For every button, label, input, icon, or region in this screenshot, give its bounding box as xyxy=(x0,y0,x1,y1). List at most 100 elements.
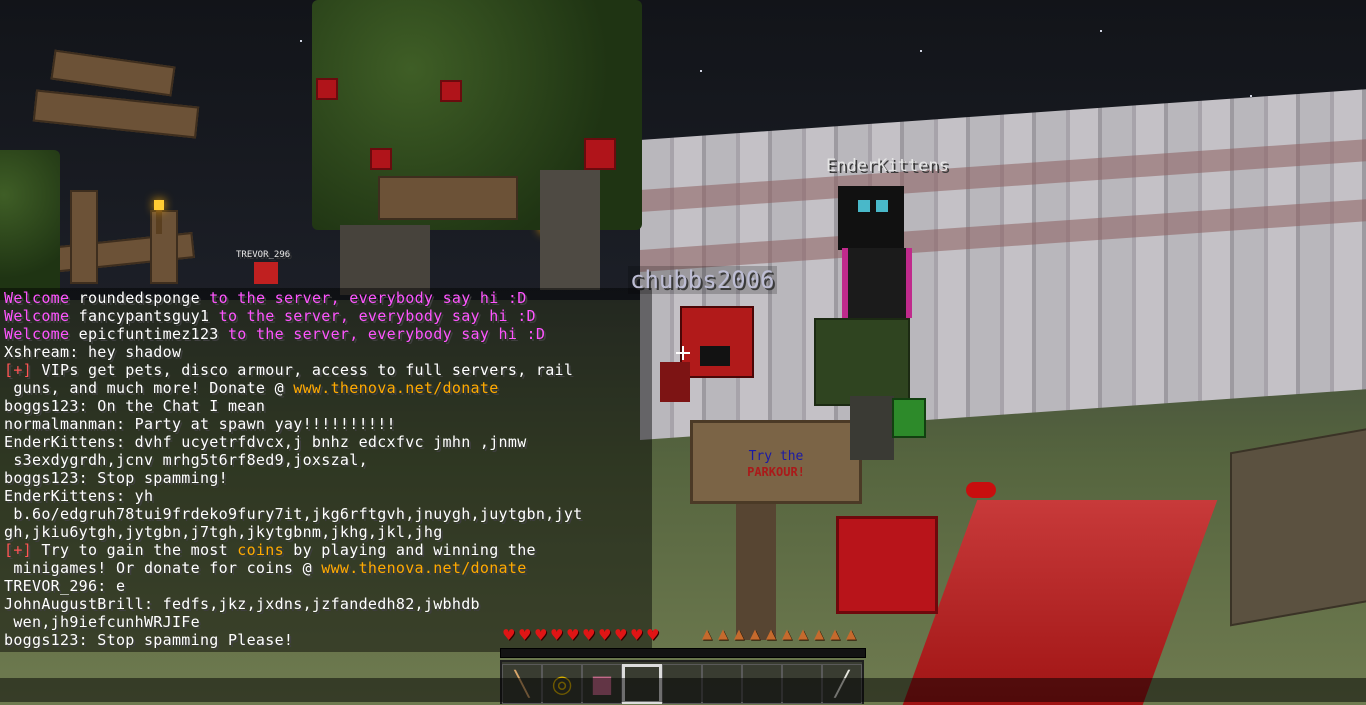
chat-segment: Welcome xyxy=(4,325,79,343)
chat-input[interactable] xyxy=(0,678,1366,702)
player-mask xyxy=(700,346,730,366)
chat-line: boggs123: On the Chat I mean xyxy=(4,397,265,415)
chat-segment: by playing and winning the xyxy=(283,541,536,559)
chat-segment: b.6o/edgruh78tui9frdeko9fury7it,jkg6rftg… xyxy=(4,505,583,523)
chat-segment: VIPs get pets, disco armour, access to f… xyxy=(32,361,574,379)
player-head xyxy=(838,186,904,250)
tree-trunk xyxy=(540,170,600,290)
chat-segment: Xshream: hey shadow xyxy=(4,343,182,361)
chat-line: [+] Try to gain the most coins by playin… xyxy=(4,541,536,559)
chat-line: gh,jkiu6ytgh,jytgbn,j7tgh,jkytgbnm,jkhg,… xyxy=(4,523,443,541)
chat-segment: EnderKittens: yh xyxy=(4,487,154,505)
player-head xyxy=(680,306,754,378)
chat-segment[interactable]: www.thenova.net/donate xyxy=(293,379,498,397)
heart-icon: ♥ xyxy=(550,626,564,644)
chat-line: Xshream: hey shadow xyxy=(4,343,181,361)
chat-segment: to the server, everybody say hi :D xyxy=(218,325,546,343)
chat-segment[interactable]: coins xyxy=(237,541,284,559)
red-flower xyxy=(966,482,996,498)
drumstick-icon: ▲ xyxy=(718,627,728,642)
chat-line: [+] VIPs get pets, disco armour, access … xyxy=(4,361,573,379)
drumstick-icon: ▲ xyxy=(750,627,760,642)
drumstick-icon: ▲ xyxy=(766,627,776,642)
star xyxy=(920,50,922,52)
chat-segment: fancypantsguy1 xyxy=(78,307,210,325)
heart-icon: ♥ xyxy=(646,626,660,644)
drumstick-icon: ▲ xyxy=(782,627,792,642)
chat-segment: [+] xyxy=(4,541,32,559)
player-arm xyxy=(660,362,690,402)
heart-icon: ♥ xyxy=(518,626,532,644)
wooden-bench xyxy=(378,176,518,220)
stone-block xyxy=(850,396,894,460)
torch-icon xyxy=(154,200,164,234)
chat-segment: epicfuntimez123 xyxy=(78,325,219,343)
creeper-head xyxy=(892,398,926,438)
player-body xyxy=(842,248,912,318)
heart-icon: ♥ xyxy=(630,626,644,644)
star xyxy=(300,40,302,42)
drumstick-icon: ▲ xyxy=(798,627,808,642)
nametag-trevor296: TREVOR_296 xyxy=(236,250,291,260)
apple-icon xyxy=(440,80,462,102)
chat-segment: gh,jkiu6ytgh,jytgbn,j7tgh,jkytgbnm,jkhg,… xyxy=(4,523,443,541)
chat-segment: EnderKittens: dvhf ucyetrfdvcx,j bnhz ed… xyxy=(4,433,527,451)
parkour-sign[interactable]: Try the PARKOUR! xyxy=(690,420,862,504)
leaf-block xyxy=(814,318,910,406)
wooden-block xyxy=(1230,427,1366,627)
chat-segment[interactable]: www.thenova.net/donate xyxy=(321,559,526,577)
chat-segment: guns, and much more! Donate @ xyxy=(4,379,294,397)
tree-trunk xyxy=(340,225,430,295)
chat-segment: JohnAugustBrill: fedfs,jkz,jxdns,jzfande… xyxy=(4,595,480,613)
drumstick-icon: ▲ xyxy=(734,627,744,642)
star xyxy=(1100,30,1102,32)
chat-line: JohnAugustBrill: fedfs,jkz,jxdns,jzfande… xyxy=(4,595,480,613)
chat-segment: boggs123: Stop spamming Please! xyxy=(4,631,294,649)
chat-line: Welcome epicfuntimez123 to the server, e… xyxy=(4,325,545,343)
sign-post xyxy=(736,500,776,640)
chat-line: b.6o/edgruh78tui9frdeko9fury7it,jkg6rftg… xyxy=(4,505,583,523)
chat-line: normalmanman: Party at spawn yay!!!!!!!!… xyxy=(4,415,396,433)
heart-icon: ♥ xyxy=(614,626,628,644)
stone-wall xyxy=(640,89,1366,441)
chat-segment: roundedsponge xyxy=(78,289,200,307)
chat-line: EnderKittens: dvhf ucyetrfdvcx,j bnhz ed… xyxy=(4,433,527,451)
chat-segment: to the server, everybody say hi :D xyxy=(199,289,527,307)
fence-post xyxy=(150,210,178,284)
chat-segment: Try to gain the most xyxy=(32,541,238,559)
crosshair-icon xyxy=(676,346,690,360)
chat-line: EnderKittens: yh xyxy=(4,487,153,505)
player-eye xyxy=(876,200,888,212)
sign-line-2: PARKOUR! xyxy=(747,465,805,479)
chat-segment: normalmanman: Party at spawn yay!!!!!!!!… xyxy=(4,415,396,433)
heart-icon: ♥ xyxy=(582,626,596,644)
nametag-enderkittens: EnderKittens xyxy=(826,156,949,176)
chat-segment: boggs123: On the Chat I mean xyxy=(4,397,266,415)
chat-segment: Welcome xyxy=(4,289,79,307)
chat-segment: [+] xyxy=(4,361,32,379)
player-head xyxy=(254,262,278,284)
player-eye xyxy=(858,200,870,212)
chat-line: boggs123: Stop spamming! xyxy=(4,469,228,487)
apple-icon xyxy=(370,148,392,170)
chat-segment: s3exdygrdh,jcnv mrhg5t6rf8ed9,joxszal, xyxy=(4,451,368,469)
apple-icon xyxy=(584,138,616,170)
tree-leaves xyxy=(0,150,60,300)
chat-segment: boggs123: Stop spamming! xyxy=(4,469,228,487)
chat-line: Welcome roundedsponge to the server, eve… xyxy=(4,289,527,307)
star xyxy=(700,70,702,72)
chat-line: TREVOR_296: e xyxy=(4,577,125,595)
chat-line: Welcome fancypantsguy1 to the server, ev… xyxy=(4,307,536,325)
chat-segment: wen,jh9iefcunhWRJIFe xyxy=(4,613,200,631)
chat-line: minigames! Or donate for coins @ www.the… xyxy=(4,559,527,577)
drumstick-icon: ▲ xyxy=(846,627,856,642)
experience-bar xyxy=(500,648,866,658)
drumstick-icon: ▲ xyxy=(814,627,824,642)
apple-icon xyxy=(316,78,338,100)
chat-line: guns, and much more! Donate @ www.thenov… xyxy=(4,379,499,397)
drumstick-icon: ▲ xyxy=(702,627,712,642)
fence-post xyxy=(70,190,98,284)
sign-line-1: Try the xyxy=(748,449,804,464)
chat-segment: minigames! Or donate for coins @ xyxy=(4,559,322,577)
drumstick-icon: ▲ xyxy=(830,627,840,642)
